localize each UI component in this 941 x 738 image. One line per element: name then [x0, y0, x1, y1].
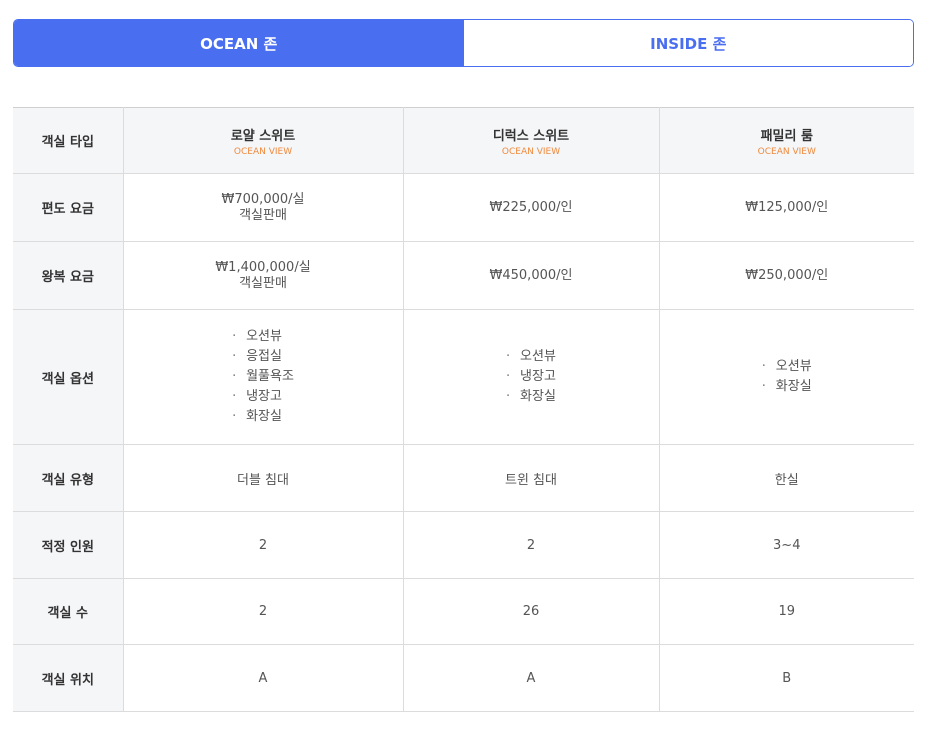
table-cell: 26: [403, 578, 660, 645]
price-text: ₩225,000/인: [489, 199, 573, 215]
table-cell: 트윈 침대: [403, 444, 660, 512]
column-subtitle: OCEAN VIEW: [501, 146, 561, 157]
table-header-row: 객실 타입 로얄 스위트 OCEAN VIEW 디럭스 스위트 OCEAN VI…: [13, 107, 914, 174]
bullet: ·: [506, 369, 511, 384]
row-label: 적정 인원: [13, 511, 124, 579]
row-label: 편도 요금: [13, 173, 124, 242]
option-text: 오션뷰: [246, 329, 282, 344]
price-text: ₩1,400,000/실: [215, 259, 311, 275]
list-item: · 냉장고: [506, 367, 556, 387]
table-cell: ₩225,000/인: [403, 173, 660, 242]
bullet: ·: [506, 389, 511, 404]
option-text: 화장실: [246, 409, 282, 424]
option-text: 화장실: [775, 379, 812, 394]
row-label: 객실 옵션: [13, 309, 124, 445]
column-name: 디럭스 스위트: [492, 128, 570, 144]
table-cell: ₩450,000/인: [403, 241, 660, 310]
table-cell: 2: [403, 511, 660, 579]
list-item: · 오션뷰: [506, 347, 556, 367]
table-cell: ₩700,000/실 객실판매: [123, 173, 404, 242]
option-text: 월풀욕조: [246, 369, 294, 384]
table-row-bed-type: 객실 유형 더블 침대 트윈 침대 한실: [13, 444, 914, 512]
bullet: ·: [232, 409, 237, 424]
table-cell: · 오션뷰 · 화장실: [659, 309, 914, 445]
row-label: 객실 수: [13, 578, 124, 645]
list-item: · 화장실: [232, 407, 294, 427]
table-cell: B: [659, 644, 914, 712]
bullet: ·: [761, 359, 766, 374]
column-name: 패밀리 룸: [760, 128, 813, 144]
table-cell: ₩1,400,000/실 객실판매: [123, 241, 404, 310]
column-header-royal-suite: 로얄 스위트 OCEAN VIEW: [123, 107, 404, 174]
table-cell: 2: [123, 578, 404, 645]
corner-header: 객실 타입: [13, 107, 124, 174]
bullet: ·: [761, 379, 766, 394]
bullet: ·: [506, 349, 511, 364]
column-header-family-room: 패밀리 룸 OCEAN VIEW: [659, 107, 914, 174]
list-item: · 냉장고: [232, 387, 294, 407]
table-cell: A: [403, 644, 660, 712]
table-cell: · 오션뷰 · 응접실 · 월풀욕조 · 냉장고 · 화장실: [123, 309, 404, 445]
table-row-oneway-fare: 편도 요금 ₩700,000/실 객실판매 ₩225,000/인 ₩125,00…: [13, 173, 914, 242]
table-cell: 2: [123, 511, 404, 579]
option-text: 오션뷰: [775, 359, 812, 374]
table-cell: ₩125,000/인: [659, 173, 914, 242]
column-header-deluxe-suite: 디럭스 스위트 OCEAN VIEW: [403, 107, 660, 174]
column-subtitle: OCEAN VIEW: [233, 146, 293, 157]
table-cell: 한실: [659, 444, 914, 512]
column-subtitle: OCEAN VIEW: [757, 146, 816, 157]
table-row-capacity: 적정 인원 2 2 3~4: [13, 511, 914, 579]
list-item: · 응접실: [232, 347, 294, 367]
option-text: 오션뷰: [520, 349, 556, 364]
table-cell: 더블 침대: [123, 444, 404, 512]
price-note: 객실판매: [239, 207, 287, 223]
list-item: · 화장실: [762, 377, 812, 397]
tab-ocean-zone[interactable]: OCEAN 존: [14, 20, 464, 66]
option-text: 냉장고: [520, 369, 556, 384]
zone-tabs: OCEAN 존 INSIDE 존: [13, 19, 914, 67]
row-label: 객실 위치: [13, 644, 124, 712]
price-note: 객실판매: [239, 275, 287, 291]
table-row-location: 객실 위치 A A B: [13, 644, 914, 712]
bullet: ·: [232, 349, 237, 364]
option-list: · 오션뷰 · 응접실 · 월풀욕조 · 냉장고 · 화장실: [232, 327, 294, 427]
bullet: ·: [232, 369, 237, 384]
price-text: ₩450,000/인: [489, 267, 573, 283]
price-text: ₩125,000/인: [745, 199, 829, 215]
table-row-room-options: 객실 옵션 · 오션뷰 · 응접실 · 월풀욕조 · 냉장고 · 화장실 · 오션뷰 · 냉장…: [13, 309, 914, 445]
table-cell: ₩250,000/인: [659, 241, 914, 310]
option-text: 냉장고: [246, 389, 282, 404]
option-list: · 오션뷰 · 냉장고 · 화장실: [506, 347, 556, 407]
option-text: 화장실: [520, 389, 556, 404]
list-item: · 화장실: [506, 387, 556, 407]
bullet: ·: [232, 389, 237, 404]
option-list: · 오션뷰 · 화장실: [762, 357, 812, 397]
tab-inside-zone[interactable]: INSIDE 존: [463, 20, 913, 66]
row-label: 왕복 요금: [13, 241, 124, 310]
table-cell: 19: [659, 578, 914, 645]
price-text: ₩250,000/인: [745, 267, 829, 283]
room-comparison-table: 객실 타입 로얄 스위트 OCEAN VIEW 디럭스 스위트 OCEAN VI…: [13, 107, 914, 712]
table-row-room-count: 객실 수 2 26 19: [13, 578, 914, 645]
bullet: ·: [232, 329, 237, 344]
list-item: · 월풀욕조: [232, 367, 294, 387]
row-label: 객실 유형: [13, 444, 124, 512]
column-name: 로얄 스위트: [230, 128, 296, 144]
table-cell: 3~4: [659, 511, 914, 579]
table-cell: A: [123, 644, 404, 712]
list-item: · 오션뷰: [232, 327, 294, 347]
option-text: 응접실: [246, 349, 282, 364]
price-text: ₩700,000/실: [221, 191, 305, 207]
table-row-round-fare: 왕복 요금 ₩1,400,000/실 객실판매 ₩450,000/인 ₩250,…: [13, 241, 914, 310]
table-cell: · 오션뷰 · 냉장고 · 화장실: [403, 309, 660, 445]
list-item: · 오션뷰: [762, 357, 812, 377]
